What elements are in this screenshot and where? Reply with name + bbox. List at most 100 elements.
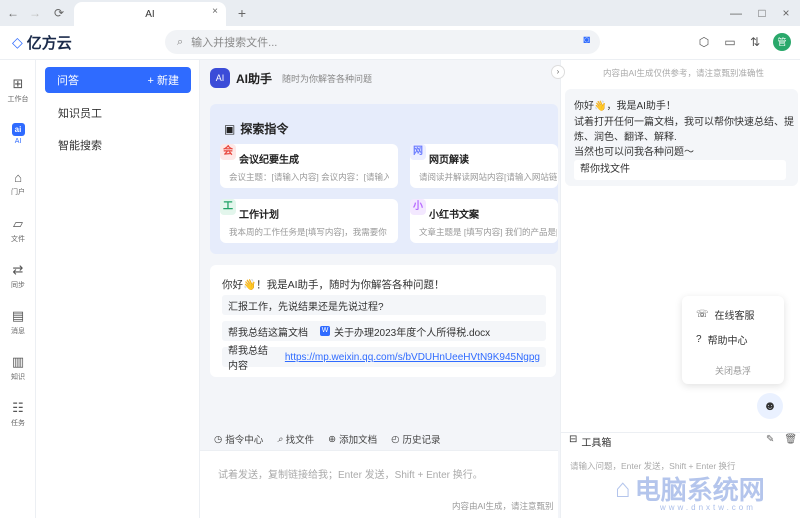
- ai-name: AI助手: [236, 71, 273, 86]
- sync-icon: ⇄: [12, 262, 24, 277]
- app-logo[interactable]: ◇ 亿方云: [12, 32, 72, 53]
- maximize-button[interactable]: □: [754, 0, 770, 26]
- device-icon[interactable]: ▭: [722, 34, 738, 50]
- toolbar-label: 找文件: [285, 435, 315, 446]
- task-icon: ☷: [12, 400, 24, 415]
- watermark-url: www.dnxtw.com: [660, 503, 756, 512]
- transfer-icon[interactable]: ⇅: [747, 34, 763, 50]
- rail-item-sync[interactable]: ⇄ 同步: [0, 262, 36, 290]
- greeting-text: 你好👋！我是AI助手，随时为你解答各种问题！: [222, 279, 445, 291]
- reload-button[interactable]: ⟳: [50, 0, 68, 26]
- assistant-bot-icon[interactable]: ☻: [757, 393, 783, 419]
- forward-button[interactable]: →: [26, 0, 44, 26]
- robot-icon: AI: [210, 68, 230, 88]
- camera-icon[interactable]: ◙: [583, 34, 590, 46]
- suggestion-text: 帮我总结这篇文档: [228, 327, 308, 339]
- word-file-icon: W: [320, 326, 330, 336]
- logo-icon: ◇: [12, 34, 23, 50]
- rail-label: AI: [14, 138, 22, 145]
- card-title: 网页解读: [429, 155, 469, 166]
- plan-badge-icon: 工: [220, 199, 236, 215]
- web-badge-icon: 网: [410, 144, 426, 160]
- help-center-button[interactable]: ? 帮助中心: [696, 332, 748, 347]
- toolbar-label: 指令中心: [225, 435, 264, 446]
- command-card-web[interactable]: 网 网页解读 请阅读并解读网站内容[请输入网站链接: [410, 144, 558, 188]
- find-file-button[interactable]: ⌕ 找文件: [277, 432, 315, 447]
- rail-label: 门户: [11, 189, 25, 196]
- history-button[interactable]: ◴ 历史记录: [391, 432, 441, 447]
- card-desc: 文章主题是 [填写内容] 我们的产品是[: [419, 227, 557, 237]
- toolbar-label: 历史记录: [402, 435, 441, 446]
- ai-disclaimer: 内容由AI生成，请注意甄别: [452, 501, 554, 511]
- file-name[interactable]: 关于办理2023年度个人所得税.docx: [334, 324, 490, 339]
- online-support-button[interactable]: ☏ 在线客服: [696, 307, 755, 322]
- close-window-button[interactable]: ×: [778, 0, 794, 26]
- command-card-plan[interactable]: 工 工作计划 我本周的工作任务是[填写内容]，我需要你: [220, 199, 398, 243]
- watermark: ⌂ 电脑系统网: [615, 470, 765, 507]
- toolbox-actions: ✎ 🗑: [766, 434, 797, 445]
- search-input[interactable]: 输入并搜索文件...: [191, 34, 277, 50]
- bubble-line: 试着打开任何一篇文档，我可以帮你快速总结、提: [574, 117, 794, 128]
- toolbox-title: ⊟ 工具箱: [569, 434, 611, 449]
- command-center-button[interactable]: ◷ 指令中心: [214, 432, 264, 447]
- collapse-panel-button[interactable]: ›: [551, 65, 565, 79]
- logo-text: 亿方云: [26, 35, 72, 52]
- cube-icon[interactable]: ⬡: [696, 34, 712, 50]
- back-button[interactable]: ←: [4, 0, 22, 26]
- close-tab-icon[interactable]: ×: [212, 6, 218, 17]
- ai-header: AI AI助手 随时为你解答各种问题: [210, 68, 372, 88]
- grid-icon: ⊞: [12, 76, 24, 91]
- trash-icon[interactable]: 🗑: [784, 434, 797, 445]
- help-icon: ?: [696, 334, 702, 345]
- rail-item-ai[interactable]: ai AI: [0, 123, 36, 145]
- rail-label: 任务: [11, 420, 25, 427]
- new-tab-button[interactable]: +: [234, 0, 250, 26]
- edit-icon[interactable]: ✎: [766, 434, 774, 445]
- chat-toolbar: ◷ 指令中心 ⌕ 找文件 ⊕ 添加文档 ◴ 历史记录: [214, 432, 441, 447]
- bubble-line: 炼、润色、翻译、解释.: [574, 132, 677, 143]
- command-card-xiaohongshu[interactable]: 小 小红书文案 文章主题是 [填写内容] 我们的产品是[: [410, 199, 558, 243]
- rail-item-tasks[interactable]: ☷ 任务: [0, 400, 36, 428]
- message-icon: ▤: [11, 308, 25, 323]
- minimize-button[interactable]: —: [728, 0, 744, 26]
- browser-tab[interactable]: AI ×: [74, 2, 226, 26]
- command-card-meeting[interactable]: 会 会议纪要生成 会议主题：[请输入内容] 会议内容：[请输入: [220, 144, 398, 188]
- search-icon: ⌕: [277, 433, 283, 445]
- bubble-line: 你好👋，我是AI助手！: [574, 101, 676, 112]
- rail-item-messages[interactable]: ▤ 消息: [0, 308, 36, 336]
- add-icon: ⊕: [328, 433, 337, 445]
- rail-item-portal[interactable]: ⌂ 门户: [0, 170, 36, 197]
- book-icon: ▥: [11, 354, 25, 369]
- close-float-button[interactable]: 关闭悬浮: [682, 364, 784, 377]
- avatar[interactable]: 管: [773, 33, 791, 51]
- sidebar-item-qa[interactable]: 问答 + 新建: [45, 67, 191, 93]
- card-desc: 请阅读并解读网站内容[请输入网站链接: [419, 172, 557, 182]
- suggestion-report[interactable]: 汇报工作，先说结果还是先说过程?: [222, 295, 546, 315]
- rail-item-files[interactable]: ▱ 文件: [0, 216, 36, 244]
- add-doc-button[interactable]: ⊕ 添加文档: [328, 432, 378, 447]
- sidebar-item-knowledge-staff[interactable]: 知识员工: [58, 105, 102, 121]
- suggestion-link[interactable]: https://mp.weixin.qq.com/s/bVDUHnUeeHVtN…: [285, 352, 540, 363]
- sidebar-item-smart-search[interactable]: 智能搜索: [58, 137, 102, 153]
- clipboard-icon: ▣: [224, 121, 236, 136]
- search-bar[interactable]: ⌕ 输入并搜索文件... ◙: [165, 30, 600, 54]
- card-desc: 我本周的工作任务是[填写内容]，我需要你: [229, 227, 387, 237]
- ai-subtitle: 随时为你解答各种问题: [282, 73, 373, 84]
- tab-title: AI: [145, 8, 155, 20]
- rail-label: 消息: [11, 328, 25, 335]
- house-logo-icon: ⌂: [615, 473, 631, 503]
- suggestion-text: 帮我总结内容: [228, 346, 268, 372]
- rail-label: 同步: [11, 282, 25, 289]
- toolbar-label: 添加文档: [339, 435, 378, 446]
- suggestion-summarize-link[interactable]: 帮我总结内容 https://mp.weixin.qq.com/s/bVDUHn…: [222, 346, 546, 372]
- clock-icon: ◴: [391, 433, 400, 445]
- find-file-suggestion[interactable]: 帮你找文件: [574, 160, 786, 180]
- new-chat-button[interactable]: + 新建: [148, 72, 179, 88]
- rail-item-knowledge[interactable]: ▥ 知识: [0, 354, 36, 382]
- suggestion-summarize-doc[interactable]: 帮我总结这篇文档 W 关于办理2023年度个人所得税.docx: [222, 321, 546, 341]
- card-title: 工作计划: [239, 210, 279, 221]
- panel-disclaimer: 内容由AI生成仅供参考，请注意甄别准确性: [603, 68, 765, 78]
- toolbox-title-text: 工具箱: [581, 438, 612, 449]
- rail-item-workbench[interactable]: ⊞ 工作台: [0, 76, 36, 104]
- explore-title: ▣ 探索指令: [224, 120, 288, 137]
